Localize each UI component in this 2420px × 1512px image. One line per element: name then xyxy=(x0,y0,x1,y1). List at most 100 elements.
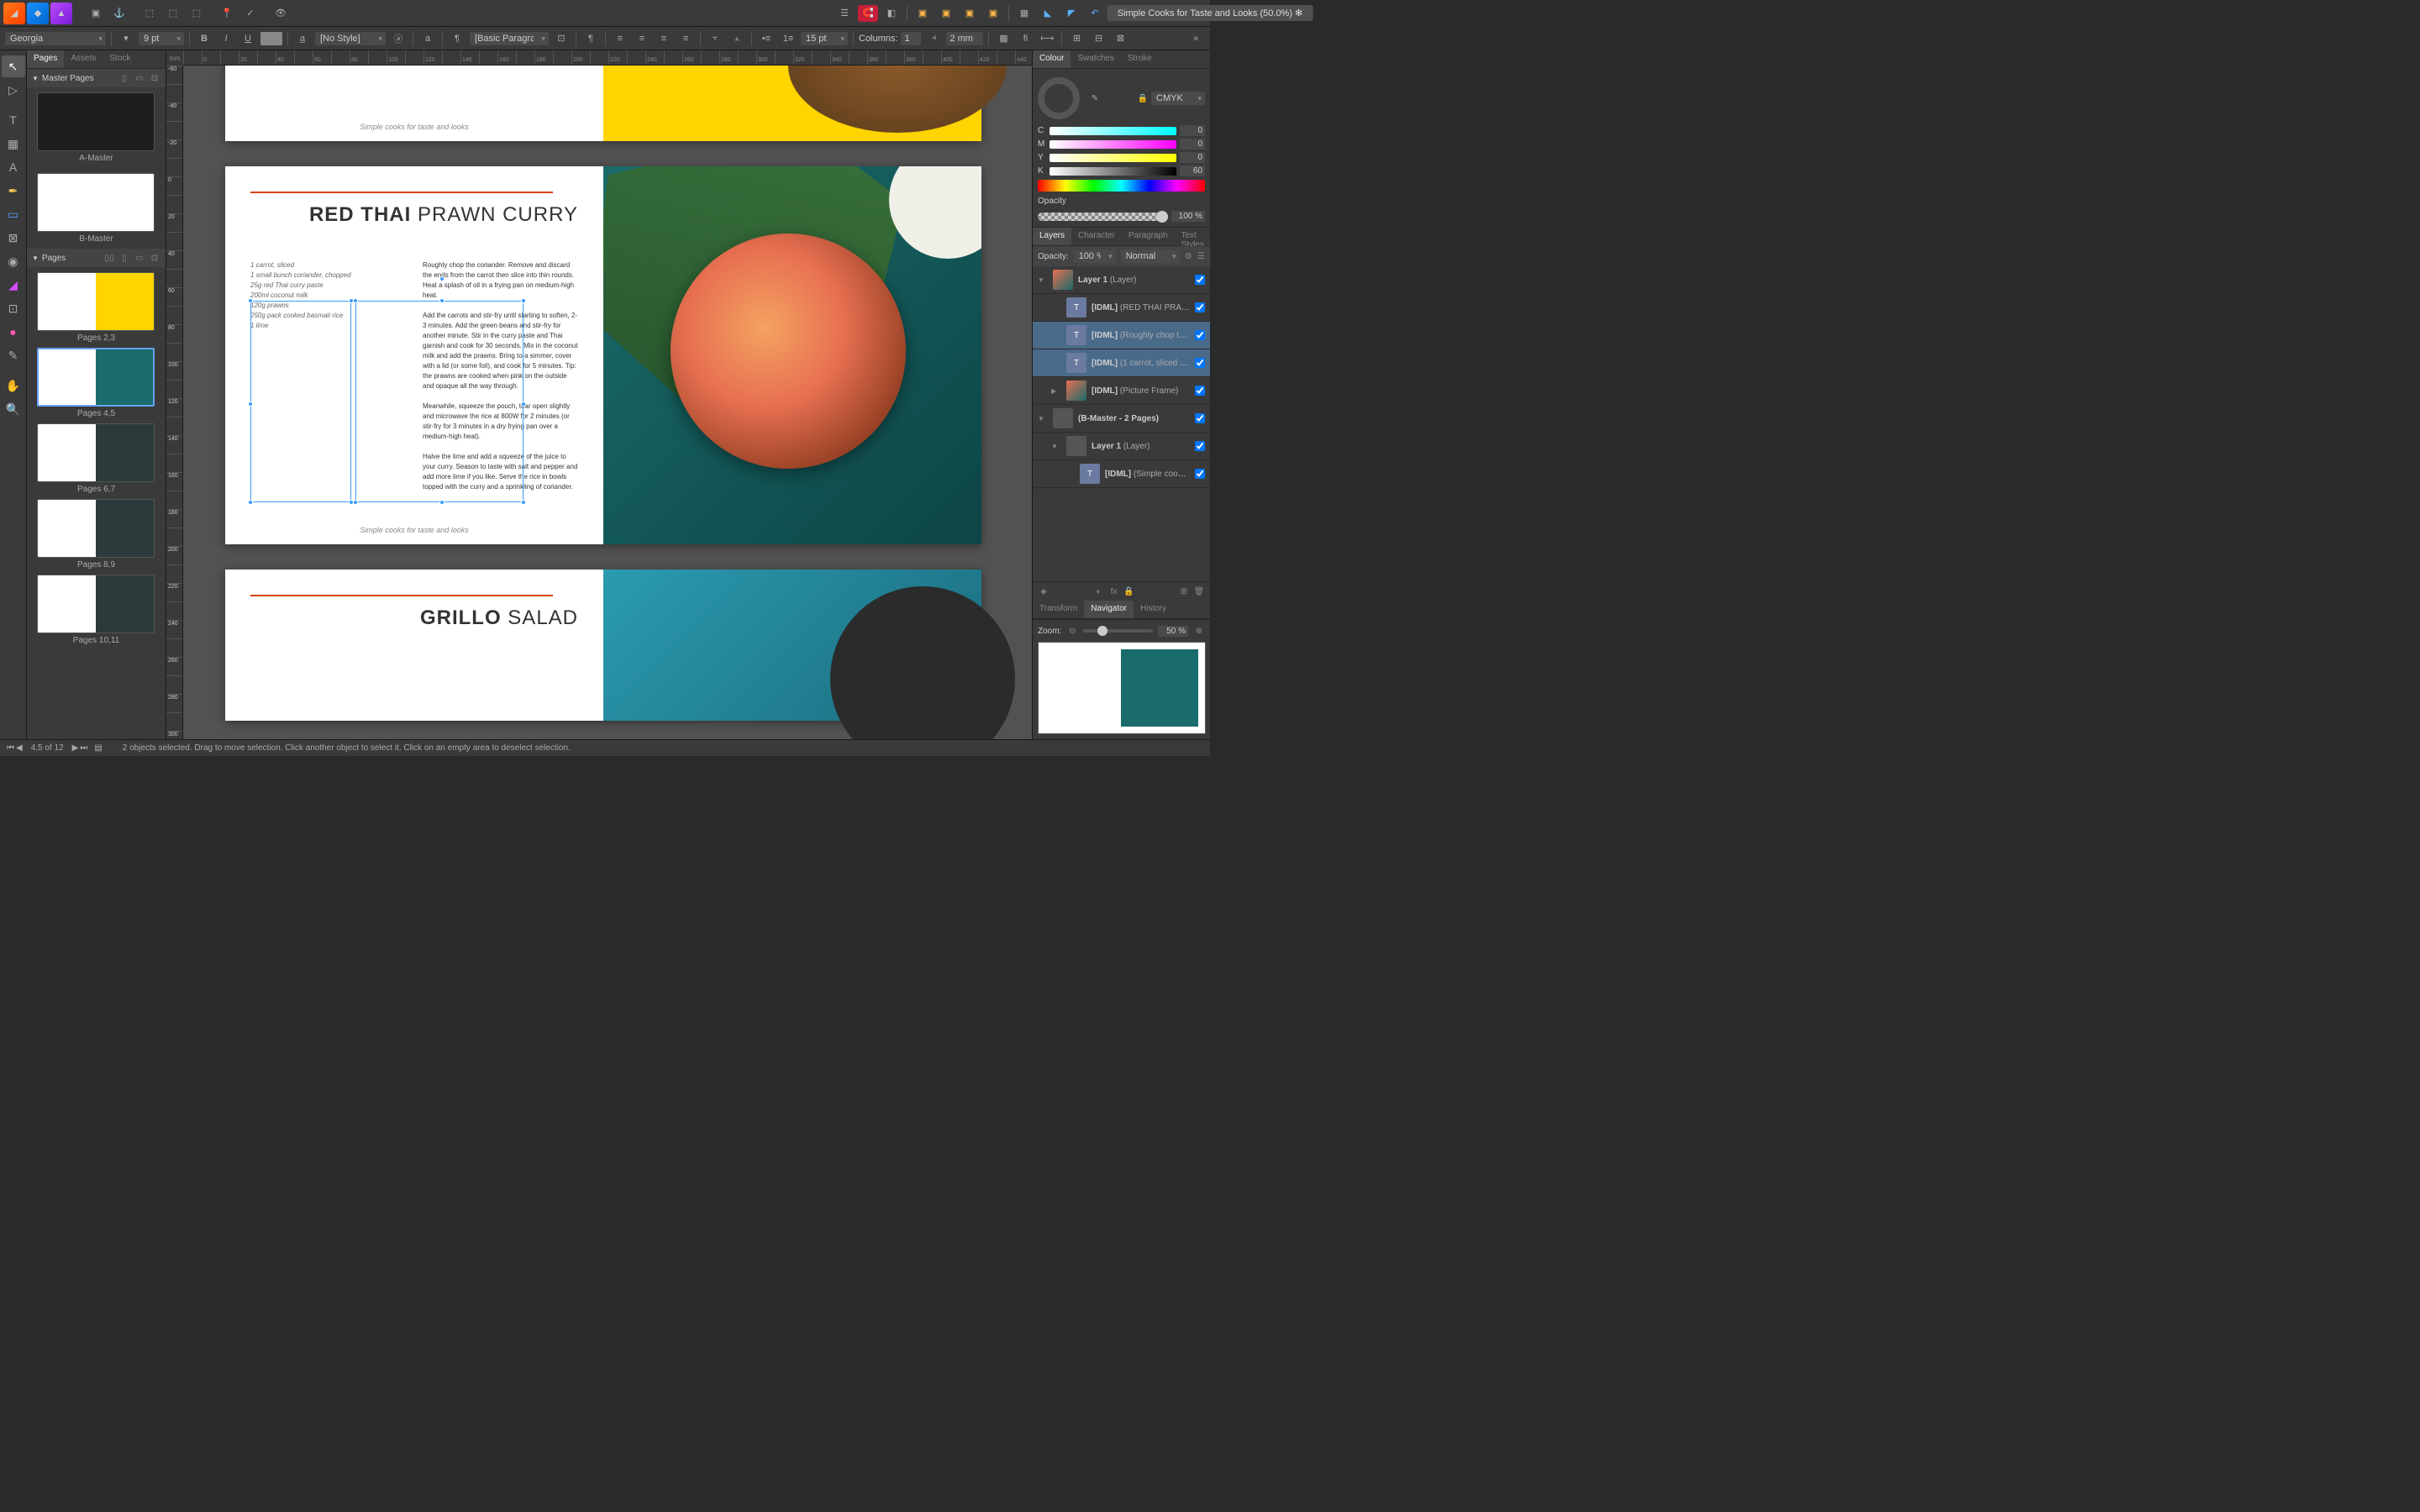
layer-item[interactable]: ▼Layer 1 (Layer) xyxy=(1033,266,1210,294)
flip-h-icon[interactable]: ◣ xyxy=(1038,3,1058,24)
ligatures-icon[interactable]: fi xyxy=(1016,30,1034,47)
align-right-button[interactable]: ≡ xyxy=(655,30,673,47)
page-thumb[interactable]: Pages 6,7 xyxy=(37,423,155,494)
next-page-icon[interactable]: ▶ xyxy=(72,743,79,753)
clip-icon[interactable]: ◧ xyxy=(881,3,902,24)
stock-tab[interactable]: Stock xyxy=(103,50,137,68)
chevron-icon[interactable]: ▼ xyxy=(1051,443,1061,450)
italic-button[interactable]: I xyxy=(217,30,235,47)
insert-icon-3[interactable]: ⊠ xyxy=(1111,30,1129,47)
adjust-icon[interactable]: ◐ xyxy=(1093,585,1105,597)
cyan-slider[interactable] xyxy=(1050,127,1176,135)
valign-mid-button[interactable]: ⫠ xyxy=(728,30,746,47)
history-tab[interactable]: History xyxy=(1134,601,1173,618)
mask-icon[interactable]: ◈ xyxy=(1038,585,1050,597)
layer-item[interactable]: T[IDML] (Roughly chop the c xyxy=(1033,322,1210,349)
visibility-checkbox[interactable] xyxy=(1195,358,1205,368)
opacity-value[interactable]: 100 % xyxy=(1171,211,1205,222)
colour-well[interactable] xyxy=(1038,77,1080,119)
update-para-style-icon[interactable]: ⊡ xyxy=(552,30,571,47)
order-backward-icon[interactable]: ▣ xyxy=(936,3,956,24)
colour-picker-tool[interactable]: ● xyxy=(2,321,25,343)
visibility-checkbox[interactable] xyxy=(1195,469,1205,479)
swatches-tab[interactable]: Swatches xyxy=(1071,50,1120,68)
page-thumb[interactable]: Pages 2,3 xyxy=(37,272,155,343)
numbers-button[interactable]: 1≡ xyxy=(779,30,797,47)
pin-icon[interactable]: 📍 xyxy=(217,3,237,24)
last-page-icon[interactable]: ⏭ xyxy=(80,743,87,753)
yellow-slider[interactable] xyxy=(1050,154,1176,162)
paragraph-tab[interactable]: Paragraph xyxy=(1122,228,1175,245)
spread-2-3[interactable]: Simple cooks for taste and looks xyxy=(225,66,981,141)
colour-model-select[interactable]: CMYK xyxy=(1151,92,1205,105)
preview-icon[interactable]: 👁 xyxy=(271,3,291,24)
zoom-slider[interactable] xyxy=(1083,629,1153,633)
master-thumb[interactable]: B-Master xyxy=(37,173,155,244)
layer-item[interactable]: T[IDML] (1 carrot, sliced ¶1 s xyxy=(1033,349,1210,377)
page-thumb[interactable]: Pages 4,5 xyxy=(37,348,155,418)
spread-4-5[interactable]: RED THAI PRAWN CURRY 1 carrot, sliced 1 … xyxy=(225,166,981,544)
character-tab[interactable]: Character xyxy=(1071,228,1122,245)
char-style-icon[interactable]: a̲ xyxy=(293,30,312,47)
select-icon[interactable]: ⬚ xyxy=(139,3,160,24)
visibility-checkbox[interactable] xyxy=(1195,413,1205,423)
picture-frame-tool[interactable]: ⊠ xyxy=(2,227,25,249)
para-style-select[interactable]: [Basic Paragraph] xyxy=(470,32,549,45)
layer-item[interactable]: T[IDML] (Simple cooks for xyxy=(1033,460,1210,488)
insert-icon-2[interactable]: ⊟ xyxy=(1089,30,1107,47)
char-style-select[interactable]: [No Style] xyxy=(315,32,386,45)
eyedropper-tool[interactable]: ✎ xyxy=(2,344,25,366)
horizontal-ruler[interactable]: 0204060801001201401601802002202402602803… xyxy=(183,50,1032,66)
update-char-style-icon[interactable]: ⓐ xyxy=(389,30,408,47)
eyedropper-icon[interactable]: ✎ xyxy=(1085,88,1105,108)
zoom-out-icon[interactable]: ⊖ xyxy=(1066,625,1078,637)
master-pages-header[interactable]: ▼ Master Pages ▯ ▭ ⊡ xyxy=(27,69,166,87)
selection-frame[interactable] xyxy=(250,301,351,502)
prev-page-icon[interactable]: ◀ xyxy=(16,743,23,753)
overflow-icon[interactable]: » xyxy=(1186,30,1205,47)
hand-tool[interactable]: ✋ xyxy=(2,375,25,396)
underline-button[interactable]: U xyxy=(239,30,257,47)
vertical-ruler[interactable]: -60-40-200204060801001201401601802002202… xyxy=(166,66,183,739)
options-icon[interactable]: ⊡ xyxy=(149,72,160,84)
align-icon[interactable]: ▦ xyxy=(1014,3,1034,24)
flip-v-icon[interactable]: ◤ xyxy=(1061,3,1081,24)
single-icon[interactable]: ▯ xyxy=(118,252,130,264)
rotate-ccw-icon[interactable]: ↶ xyxy=(1085,3,1105,24)
navigator-preview[interactable] xyxy=(1038,642,1206,734)
bold-button[interactable]: B xyxy=(195,30,213,47)
text-styles-tab[interactable]: Text Styles xyxy=(1175,228,1211,245)
chevron-icon[interactable]: ▼ xyxy=(1038,415,1048,423)
gutter-icon[interactable]: ⫞ xyxy=(924,30,943,47)
node-tool[interactable]: ▷ xyxy=(2,79,25,101)
visibility-checkbox[interactable] xyxy=(1195,441,1205,451)
cyan-value[interactable]: 0 xyxy=(1180,125,1205,136)
master-thumb[interactable]: A-Master xyxy=(37,92,155,163)
black-value[interactable]: 60 xyxy=(1180,165,1205,176)
layer-opacity-select[interactable]: 100 % xyxy=(1074,249,1116,263)
order-front-icon[interactable]: ▣ xyxy=(983,3,1003,24)
select-icon-2[interactable]: ⬚ xyxy=(163,3,183,24)
order-forward-icon[interactable]: ▣ xyxy=(960,3,980,24)
layer-item[interactable]: ▼(B-Master - 2 Pages) xyxy=(1033,405,1210,433)
single-page-icon[interactable]: ▯ xyxy=(118,72,130,84)
visibility-checkbox[interactable] xyxy=(1195,275,1205,285)
wrap-icon[interactable]: ▦ xyxy=(994,30,1013,47)
selection-frame[interactable] xyxy=(355,301,523,502)
zoom-tool[interactable]: 🔍 xyxy=(2,398,25,420)
artistic-text-tool[interactable]: A xyxy=(2,156,25,178)
snapping-icon[interactable]: 🧲 xyxy=(858,5,878,22)
file-icon[interactable]: ▣ xyxy=(86,3,106,24)
layers-tab[interactable]: Layers xyxy=(1033,228,1071,245)
spread-icon[interactable]: ▭ xyxy=(134,72,145,84)
layer-item[interactable]: ▼Layer 1 (Layer) xyxy=(1033,433,1210,460)
chevron-icon[interactable]: ▼ xyxy=(1038,276,1048,284)
spread-6-7[interactable]: GRILLO SALAD xyxy=(225,570,981,721)
anchor-icon[interactable]: ⚓ xyxy=(109,3,129,24)
canvas[interactable]: mm 0204060801001201401601802002202402602… xyxy=(166,50,1032,739)
fill-tool[interactable]: ◢ xyxy=(2,274,25,296)
select-icon-3[interactable]: ⬚ xyxy=(187,3,207,24)
page-thumb[interactable]: Pages 8,9 xyxy=(37,499,155,570)
stroke-tab[interactable]: Stroke xyxy=(1121,50,1159,68)
delete-layer-icon[interactable]: 🗑 xyxy=(1193,585,1205,597)
